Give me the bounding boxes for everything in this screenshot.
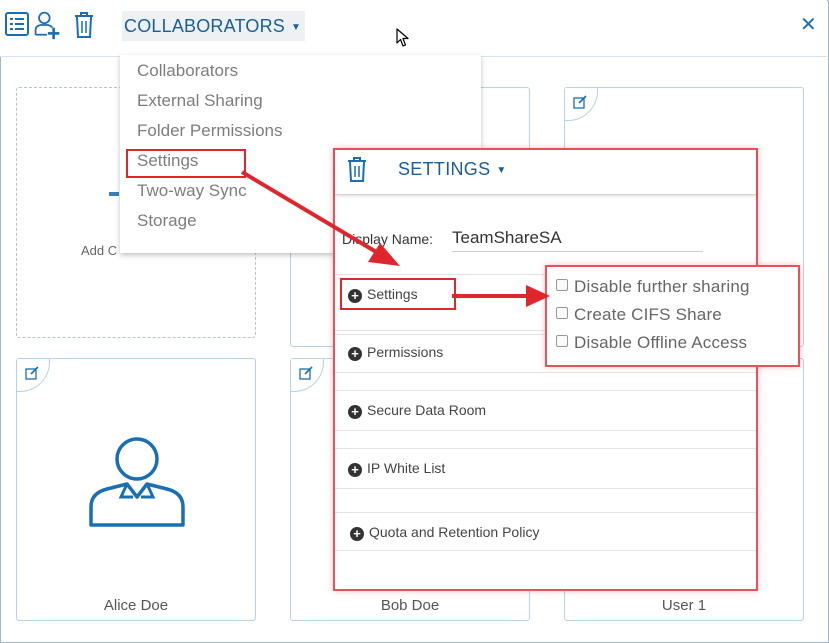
annotation-arrowhead — [526, 285, 550, 307]
annotation-arrows — [240, 170, 550, 307]
annotation-arrow-menu-to-panel — [240, 170, 380, 255]
annotation-arrowhead — [368, 243, 400, 266]
